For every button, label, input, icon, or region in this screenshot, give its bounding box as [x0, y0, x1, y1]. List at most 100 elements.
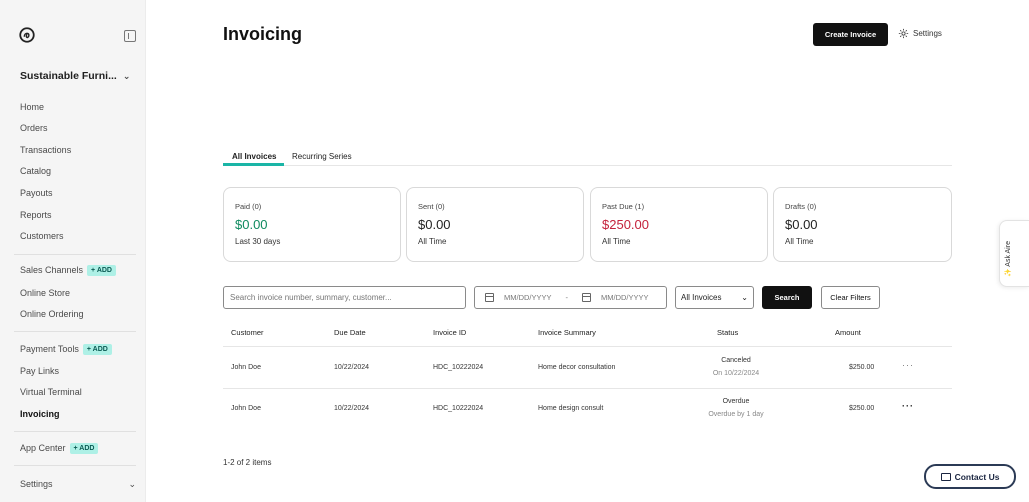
sidebar-item-invoicing[interactable]: Invoicing: [20, 409, 60, 419]
cell-invoice-summary: Home design consult: [538, 405, 604, 412]
sidebar-item-app-center[interactable]: App Center + ADD: [20, 443, 99, 455]
cell-invoice-id: HDC_10222024: [433, 405, 484, 412]
sidebar-item-online-store[interactable]: Online Store: [20, 288, 70, 298]
cell-status-detail: On 10/22/2024: [712, 370, 760, 377]
column-header-invoice-summary[interactable]: Invoice Summary: [538, 328, 596, 337]
gear-icon: [898, 28, 909, 39]
summary-card-past-due[interactable]: Past Due (1) $250.00 All Time: [590, 187, 768, 262]
sidebar-divider: [14, 254, 136, 255]
sidebar-item-reports[interactable]: Reports: [20, 210, 52, 220]
select-value: All Invoices: [681, 293, 722, 302]
cell-amount: $250.00: [849, 364, 875, 371]
card-value: $0.00: [235, 217, 268, 232]
summary-card-sent[interactable]: Sent (0) $0.00 All Time: [406, 187, 584, 262]
sidebar-item-customers[interactable]: Customers: [20, 231, 64, 241]
create-invoice-button[interactable]: Create Invoice: [813, 23, 888, 46]
summary-card-drafts[interactable]: Drafts (0) $0.00 All Time: [773, 187, 952, 262]
sidebar-item-home[interactable]: Home: [20, 102, 44, 112]
ask-aire-label: ✨ Ask Aire: [1005, 241, 1012, 277]
summary-card-paid[interactable]: Paid (0) $0.00 Last 30 days: [223, 187, 401, 262]
card-value: $0.00: [418, 217, 451, 232]
sidebar-item-settings[interactable]: Settings ⌄: [20, 479, 136, 490]
cell-status: Canceled: [721, 357, 751, 364]
sparkle-icon: ✨: [1005, 268, 1012, 277]
date-separator: -: [565, 293, 569, 302]
card-value: $0.00: [785, 217, 818, 232]
card-label: Paid (0): [235, 202, 262, 211]
more-options-icon[interactable]: ···: [902, 360, 914, 370]
card-period: All Time: [418, 237, 447, 246]
sidebar-item-sales-channels[interactable]: Sales Channels + ADD: [20, 265, 116, 277]
tab-all-invoices[interactable]: All Invoices: [232, 152, 276, 161]
sidebar-item-transactions[interactable]: Transactions: [20, 145, 71, 155]
sidebar-item-payment-tools[interactable]: Payment Tools + ADD: [20, 344, 112, 356]
active-tab-indicator: [223, 163, 284, 166]
add-badge[interactable]: + ADD: [87, 265, 116, 277]
card-period: Last 30 days: [235, 237, 281, 246]
card-label: Drafts (0): [785, 202, 817, 211]
add-badge[interactable]: + ADD: [82, 344, 112, 356]
store-name: Sustainable Furni...: [20, 70, 117, 82]
sidebar-item-pay-links[interactable]: Pay Links: [20, 366, 59, 376]
invoice-tabs: All Invoices Recurring Series: [223, 148, 952, 166]
column-header-due-date[interactable]: Due Date: [334, 328, 366, 337]
sidebar-divider: [14, 431, 136, 432]
chevron-down-icon: ⌄: [122, 70, 131, 81]
cell-customer: John Doe: [231, 405, 261, 412]
search-button[interactable]: Search: [762, 286, 812, 309]
tab-recurring-series[interactable]: Recurring Series: [292, 152, 352, 161]
ask-aire-tab[interactable]: ✨ Ask Aire: [999, 220, 1029, 287]
sidebar-item-orders[interactable]: Orders: [20, 123, 48, 133]
sidebar-item-label: Settings: [20, 479, 53, 489]
calendar-icon: [582, 293, 592, 302]
invoice-type-select[interactable]: All Invoices ⌄: [675, 286, 754, 309]
date-range-picker[interactable]: MM/DD/YYYY - MM/DD/YYYY: [474, 286, 667, 309]
invoice-search-input[interactable]: [223, 286, 466, 309]
card-value: $250.00: [602, 217, 649, 232]
card-period: All Time: [785, 237, 814, 246]
cell-amount: $250.00: [849, 405, 875, 412]
column-header-customer[interactable]: Customer: [231, 328, 264, 337]
store-selector[interactable]: Sustainable Furni... ⌄: [20, 70, 130, 82]
cell-status-detail: Overdue by 1 day: [708, 411, 764, 418]
collapse-sidebar-icon[interactable]: [124, 30, 136, 42]
column-header-amount[interactable]: Amount: [835, 328, 861, 337]
chat-icon: [940, 472, 951, 481]
sidebar-item-label: Sales Channels: [20, 265, 84, 275]
column-header-invoice-id[interactable]: Invoice ID: [433, 328, 466, 337]
sidebar-item-label: Payment Tools: [20, 344, 79, 354]
add-badge[interactable]: + ADD: [69, 443, 99, 455]
chevron-down-icon: ⌄: [128, 479, 136, 489]
column-header-status[interactable]: Status: [717, 328, 738, 337]
sidebar-divider: [14, 465, 136, 466]
cell-due-date: 10/22/2024: [334, 364, 370, 371]
settings-link[interactable]: Settings: [898, 28, 942, 39]
card-label: Past Due (1): [602, 202, 645, 211]
date-to[interactable]: MM/DD/YYYY: [601, 293, 649, 302]
calendar-icon: [485, 293, 494, 302]
sidebar: Sustainable Furni... ⌄ Home Orders Trans…: [0, 0, 146, 502]
sidebar-item-payouts[interactable]: Payouts: [20, 188, 53, 198]
more-options-icon[interactable]: ···: [902, 401, 914, 411]
card-label: Sent (0): [418, 202, 445, 211]
contact-us-label: Contact Us: [954, 471, 1000, 482]
row-divider: [223, 346, 952, 347]
contact-us-button[interactable]: Contact Us: [924, 464, 1016, 489]
cell-invoice-id: HDC_10222024: [433, 364, 484, 371]
pagination-summary: 1-2 of 2 items: [223, 458, 272, 467]
sidebar-item-virtual-terminal[interactable]: Virtual Terminal: [20, 387, 82, 397]
date-from[interactable]: MM/DD/YYYY: [504, 293, 552, 302]
sidebar-divider: [14, 331, 136, 332]
page-title: Invoicing: [223, 24, 303, 44]
settings-label: Settings: [913, 29, 942, 38]
sidebar-item-catalog[interactable]: Catalog: [20, 166, 51, 176]
cell-due-date: 10/22/2024: [334, 405, 370, 412]
chevron-down-icon: ⌄: [741, 293, 748, 302]
card-period: All Time: [602, 237, 631, 246]
sidebar-item-online-ordering[interactable]: Online Ordering: [20, 309, 84, 319]
row-divider: [223, 388, 952, 389]
clear-filters-button[interactable]: Clear Filters: [821, 286, 880, 309]
sidebar-item-label: App Center: [20, 443, 66, 453]
brand-logo-icon[interactable]: [18, 26, 36, 44]
cell-customer: John Doe: [231, 364, 261, 371]
